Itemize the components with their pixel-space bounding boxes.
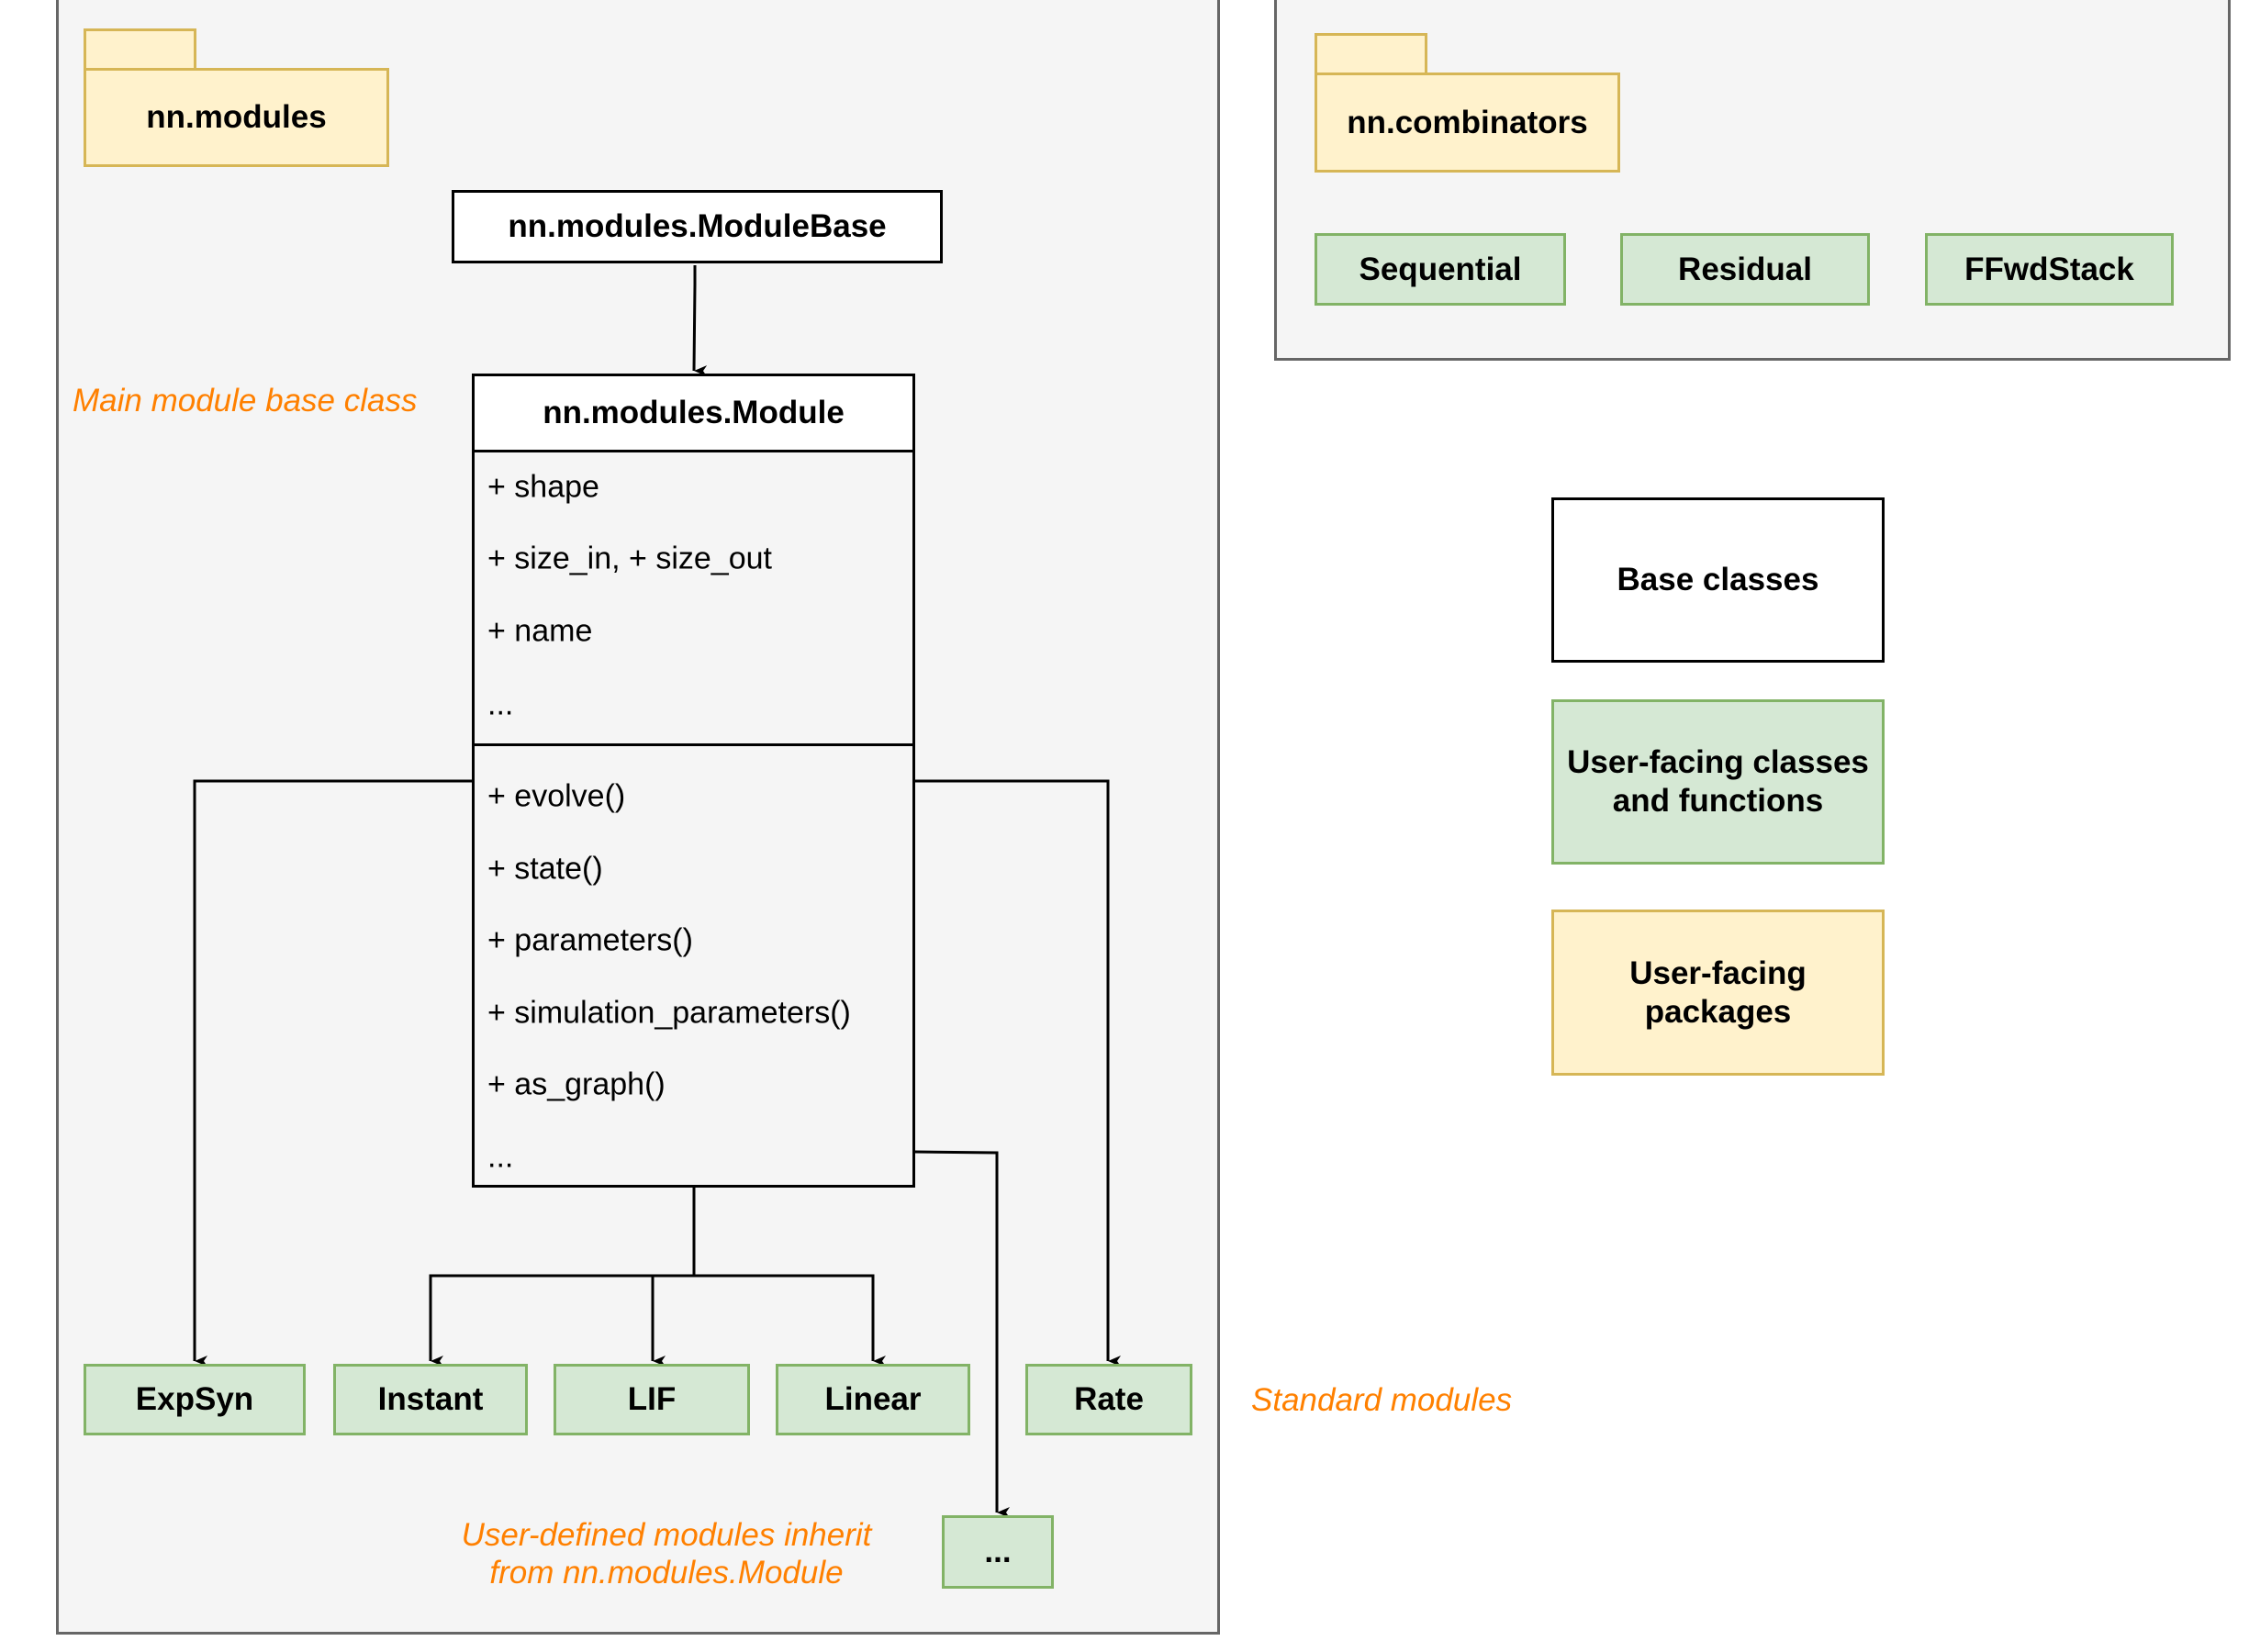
module-user-defined-label: ... xyxy=(984,1534,1012,1569)
legend-base-classes: Base classes xyxy=(1551,497,1885,663)
module-instant-label: Instant xyxy=(377,1381,484,1417)
combinator-sequential-label: Sequential xyxy=(1359,251,1522,287)
legend-user-packages: User-facing packages xyxy=(1551,910,1885,1076)
combinator-sequential[interactable]: Sequential xyxy=(1315,233,1566,306)
arrow-to-rate xyxy=(915,779,1121,1367)
arrow-base-to-module xyxy=(692,265,708,377)
combinators-package-tab xyxy=(1315,33,1427,75)
note-user-defined: User-defined modules inherit from nn.mod… xyxy=(391,1516,942,1591)
arrow-to-linear xyxy=(694,1274,886,1367)
legend-user-classes-line1: User-facing classes xyxy=(1567,744,1869,780)
combinator-ffwdstack-label: FFwdStack xyxy=(1964,251,2134,287)
note-main-base-class: Main module base class xyxy=(73,383,418,419)
module-instant[interactable]: Instant xyxy=(333,1364,528,1435)
module-expsyn[interactable]: ExpSyn xyxy=(84,1364,306,1435)
combinator-residual[interactable]: Residual xyxy=(1620,233,1870,306)
legend-packages-line2: packages xyxy=(1644,993,1792,1030)
note-standard-modules: Standard modules xyxy=(1251,1382,1513,1418)
module-user-defined[interactable]: ... xyxy=(942,1515,1054,1589)
legend-base-label: Base classes xyxy=(1617,562,1819,597)
combinator-ffwdstack[interactable]: FFwdStack xyxy=(1925,233,2174,306)
arrow-to-user-defined xyxy=(914,1150,1010,1518)
arrow-to-lif xyxy=(651,1274,694,1367)
module-lif[interactable]: LIF xyxy=(554,1364,750,1435)
module-rate[interactable]: Rate xyxy=(1025,1364,1192,1435)
module-linear[interactable]: Linear xyxy=(776,1364,970,1435)
legend-user-classes-line2: and functions xyxy=(1612,783,1824,819)
arrow-to-expsyn xyxy=(193,779,472,1367)
module-linear-label: Linear xyxy=(824,1381,922,1417)
legend-packages-line1: User-facing xyxy=(1629,954,1807,991)
combinators-package[interactable]: nn.combinators xyxy=(1315,73,1620,173)
module-lif-label: LIF xyxy=(627,1381,677,1417)
note-user-defined-line1: User-defined modules inherit xyxy=(461,1517,872,1553)
module-expsyn-label: ExpSyn xyxy=(135,1381,254,1417)
combinators-package-label: nn.combinators xyxy=(1347,104,1588,140)
combinator-residual-label: Residual xyxy=(1678,251,1812,287)
legend-user-classes: User-facing classes and functions xyxy=(1551,699,1885,865)
note-user-defined-line2: from nn.modules.Module xyxy=(489,1555,844,1591)
module-rate-label: Rate xyxy=(1074,1381,1144,1417)
